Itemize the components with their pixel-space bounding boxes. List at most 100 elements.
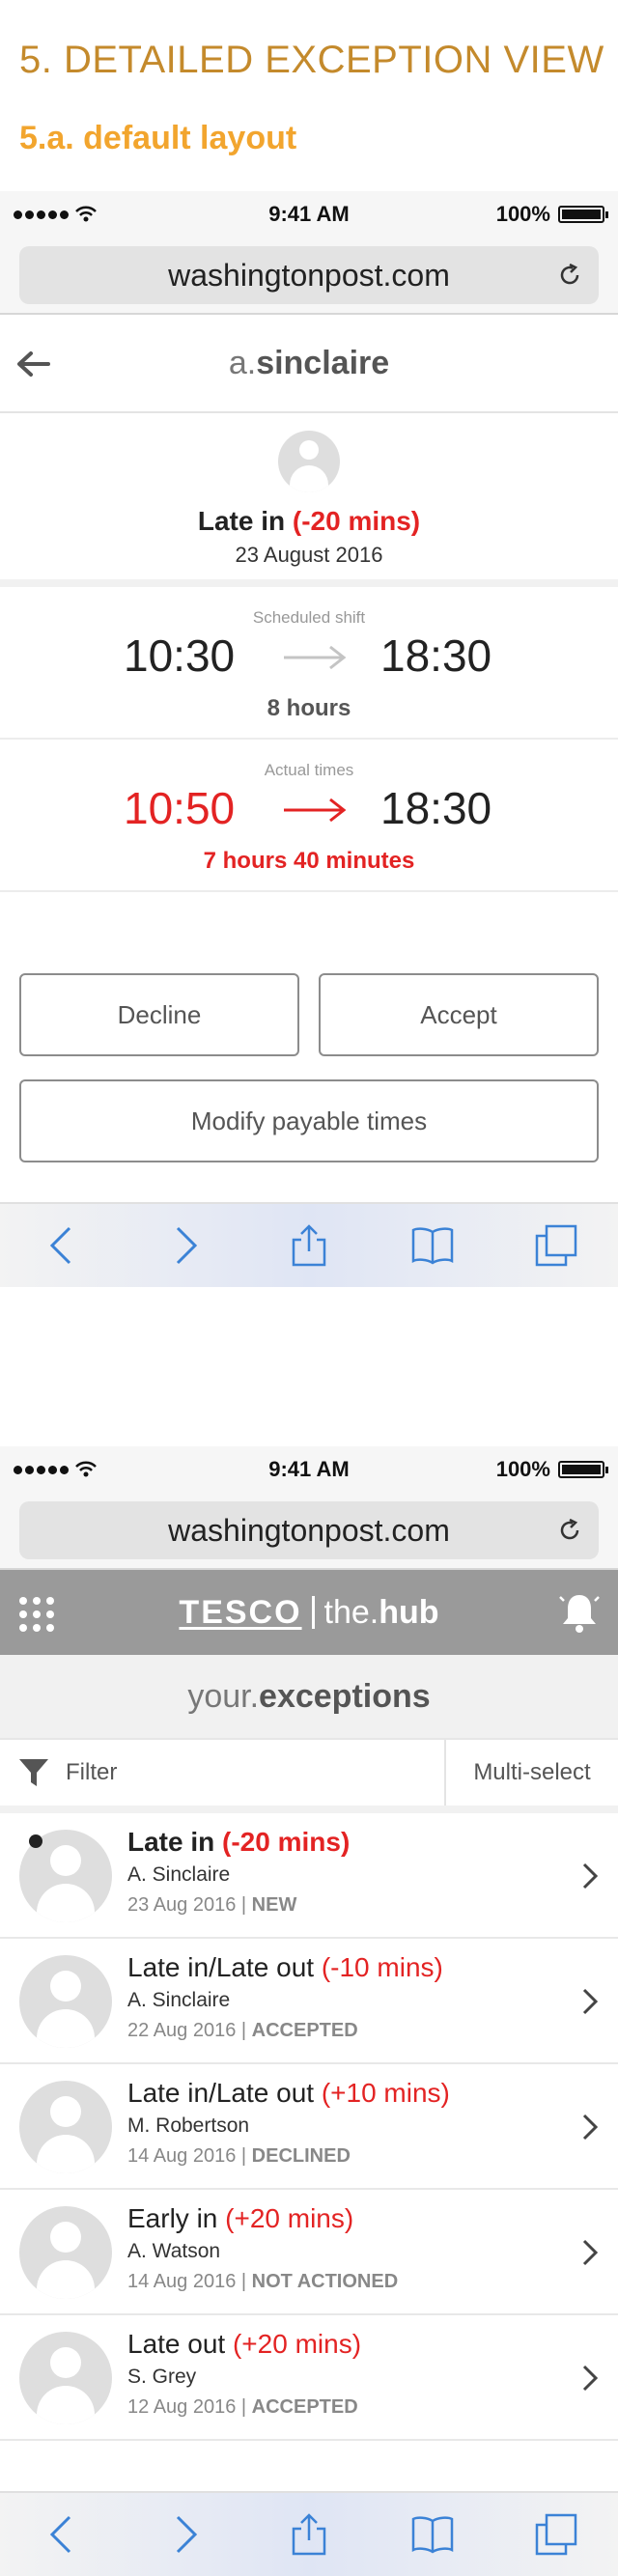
battery-percent: 100% bbox=[495, 202, 550, 226]
list-item[interactable]: Late out (+20 mins) S. Grey 12 Aug 2016 | … bbox=[0, 2315, 618, 2441]
hub-header: TESCO the.hub bbox=[0, 1570, 618, 1655]
bell-icon[interactable] bbox=[558, 1591, 601, 1634]
status-time: 9:41 AM bbox=[268, 202, 350, 226]
avatar bbox=[278, 431, 340, 492]
actual-duration: 7 hours 40 minutes bbox=[203, 848, 415, 874]
wifi-icon bbox=[75, 206, 97, 222]
url-text: washingtonpost.com bbox=[168, 1512, 450, 1548]
exception-status: ACCEPTED bbox=[251, 2396, 358, 2418]
exception-meta: 14 Aug 2016 | DECLINED bbox=[127, 2145, 450, 2168]
avatar bbox=[19, 1955, 112, 2048]
exception-delta: (+20 mins) bbox=[232, 2329, 362, 2359]
list-item[interactable]: Late in/Late out (+10 mins) M. Robertson 1… bbox=[0, 2064, 618, 2190]
phone-detail-view: 9:41 AM 100% washingtonpost.com a.sincla… bbox=[0, 191, 618, 1287]
chevron-right-icon[interactable] bbox=[162, 2511, 209, 2558]
exception-type: Late out bbox=[127, 2329, 233, 2359]
the-hub-wordmark: the.hub bbox=[324, 1594, 439, 1632]
list-item[interactable]: Early in (+20 mins) A. Watson 14 Aug 2016 … bbox=[0, 2190, 618, 2315]
exception-date: 22 Aug 2016 | bbox=[127, 2020, 252, 2041]
exception-delta: (-20 mins) bbox=[292, 506, 421, 536]
section-prefix: your. bbox=[187, 1677, 260, 1715]
scheduled-end-time: 18:30 bbox=[380, 630, 492, 681]
reload-icon[interactable] bbox=[556, 262, 583, 289]
back-arrow-icon[interactable] bbox=[14, 347, 52, 381]
exception-status: ACCEPTED bbox=[251, 2020, 358, 2041]
exception-status: NOT ACTIONED bbox=[251, 2271, 399, 2292]
bookmarks-icon[interactable] bbox=[409, 2511, 456, 2558]
bookmarks-icon[interactable] bbox=[409, 1222, 456, 1269]
scheduled-shift-block: Scheduled shift 10:30 18:30 8 hours bbox=[0, 587, 618, 740]
chevron-icon bbox=[582, 1862, 599, 1890]
list-item[interactable]: Late in (-20 mins) A. Sinclaire 23 Aug 201… bbox=[0, 1813, 618, 1939]
chevron-left-icon[interactable] bbox=[39, 1222, 85, 1269]
filter-icon bbox=[19, 1759, 48, 1786]
document-subheading: 5.a. default layout bbox=[19, 120, 297, 156]
chevron-icon bbox=[582, 2239, 599, 2266]
address-bar[interactable]: washingtonpost.com bbox=[19, 1501, 599, 1559]
chevron-right-icon[interactable] bbox=[162, 1222, 209, 1269]
battery-icon bbox=[557, 206, 608, 223]
employee-name: S. Grey bbox=[127, 2366, 197, 2388]
scheduled-start-time: 10:30 bbox=[124, 630, 236, 681]
share-icon[interactable] bbox=[286, 1222, 332, 1269]
exception-meta: 23 Aug 2016 | NEW bbox=[127, 1894, 350, 1917]
chevron-icon bbox=[582, 1988, 599, 2015]
brand-the: the. bbox=[323, 1593, 379, 1631]
exception-title: Late out (+20 mins) bbox=[127, 2329, 361, 2360]
section-title: your. exceptions bbox=[0, 1655, 618, 1740]
list-item[interactable]: Late in/Late out (-10 mins) A. Sinclaire 2… bbox=[0, 1939, 618, 2064]
exception-delta: (-20 mins) bbox=[222, 1827, 351, 1857]
exception-list: Late in (-20 mins) A. Sinclaire 23 Aug 201… bbox=[0, 1813, 618, 2441]
exception-date: 23 Aug 2016 | bbox=[127, 1894, 252, 1916]
exception-delta: (-10 mins) bbox=[321, 1952, 443, 1982]
header-title: a.sinclaire bbox=[229, 345, 389, 382]
header-prefix: a. bbox=[228, 344, 257, 381]
exception-meta: 12 Aug 2016 | ACCEPTED bbox=[127, 2396, 361, 2419]
filter-button[interactable]: Filter bbox=[0, 1740, 444, 1806]
exception-type: Late in/Late out bbox=[127, 2078, 322, 2108]
battery-icon bbox=[557, 1461, 608, 1478]
browser-toolbar bbox=[0, 1202, 618, 1287]
chevron-left-icon[interactable] bbox=[39, 2511, 85, 2558]
address-bar-area: washingtonpost.com bbox=[0, 238, 618, 315]
tabs-icon[interactable] bbox=[533, 1222, 579, 1269]
modify-payable-times-button[interactable]: Modify payable times bbox=[19, 1079, 599, 1162]
share-icon[interactable] bbox=[286, 2511, 332, 2558]
address-bar[interactable]: washingtonpost.com bbox=[19, 246, 599, 304]
employee-name: A. Sinclaire bbox=[127, 1863, 231, 1886]
actual-times-block: Actual times 10:50 18:30 7 hours 40 minu… bbox=[0, 740, 618, 892]
grid-icon[interactable] bbox=[17, 1595, 56, 1634]
hub-logo: TESCO the.hub bbox=[179, 1594, 438, 1632]
accept-button[interactable]: Accept bbox=[319, 973, 599, 1056]
battery-percent: 100% bbox=[495, 1457, 550, 1481]
brand-hub: hub bbox=[379, 1593, 439, 1631]
exception-summary: Late in (-20 mins) 23 August 2016 bbox=[0, 413, 618, 587]
reload-icon[interactable] bbox=[556, 1517, 583, 1544]
chevron-icon bbox=[582, 2365, 599, 2392]
app-header: a.sinclaire bbox=[0, 315, 618, 413]
actual-start-time: 10:50 bbox=[124, 783, 236, 833]
status-time: 9:41 AM bbox=[268, 1457, 350, 1481]
avatar bbox=[19, 2206, 112, 2299]
filter-label: Filter bbox=[66, 1759, 118, 1785]
chevron-icon bbox=[582, 2114, 599, 2141]
employee-name: A. Watson bbox=[127, 2240, 221, 2262]
exception-title: Early in (+20 mins) bbox=[127, 2203, 398, 2234]
exception-delta: (+20 mins) bbox=[225, 2203, 354, 2233]
exception-status: NEW bbox=[251, 1894, 297, 1916]
avatar bbox=[19, 2081, 112, 2173]
multi-select-button[interactable]: Multi-select bbox=[444, 1740, 618, 1806]
document-heading: 5. DETAILED EXCEPTION VIEW bbox=[19, 39, 604, 81]
url-text: washingtonpost.com bbox=[168, 257, 450, 293]
exception-meta: 22 Aug 2016 | ACCEPTED bbox=[127, 2020, 443, 2042]
exception-date: 23 August 2016 bbox=[235, 543, 383, 567]
filter-bar: Filter Multi-select bbox=[0, 1740, 618, 1813]
tabs-icon[interactable] bbox=[533, 2511, 579, 2558]
exception-title: Late in (-20 mins) bbox=[0, 506, 618, 537]
exception-date: 12 Aug 2016 | bbox=[127, 2396, 252, 2418]
exception-type: Late in bbox=[127, 1827, 223, 1857]
address-bar-area: washingtonpost.com bbox=[0, 1493, 618, 1570]
signal-indicator bbox=[14, 206, 187, 223]
avatar bbox=[19, 2332, 112, 2424]
decline-button[interactable]: Decline bbox=[19, 973, 299, 1056]
